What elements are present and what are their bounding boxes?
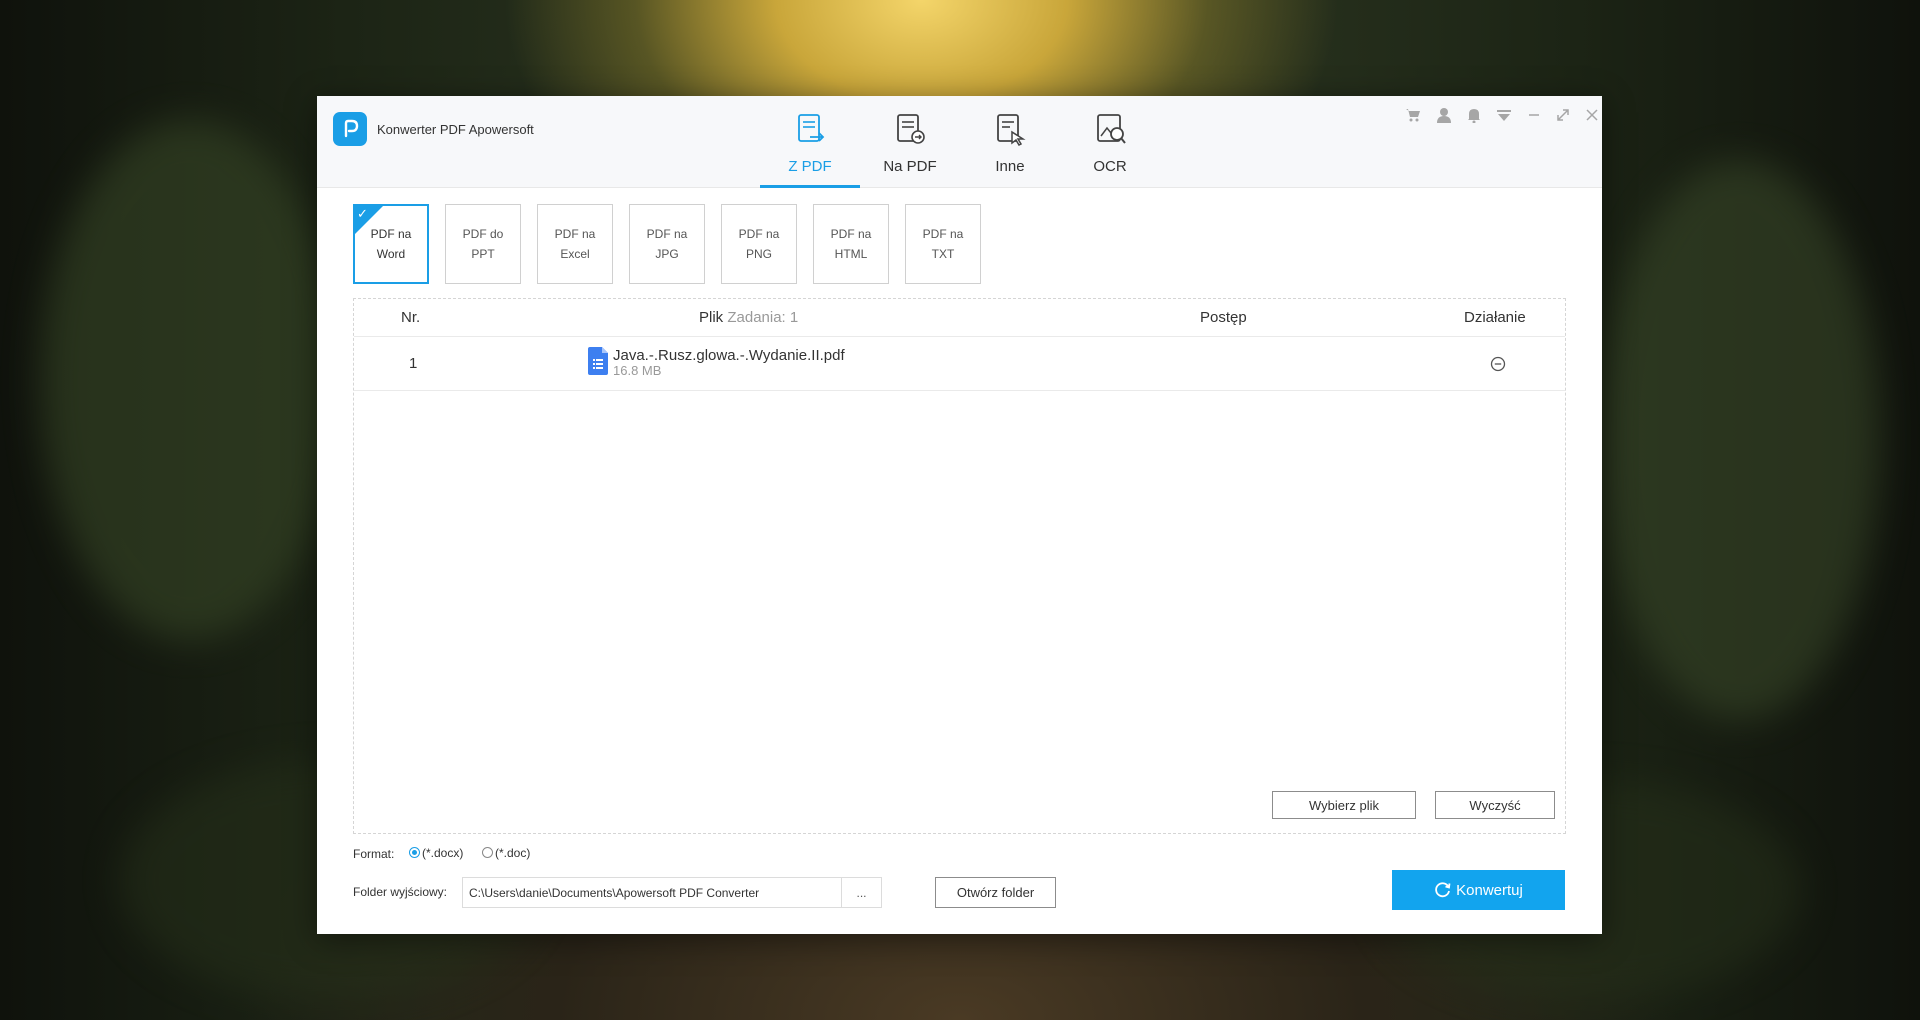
refresh-icon — [1435, 882, 1451, 898]
column-file-label: Plik — [699, 309, 724, 326]
tab-other[interactable]: Inne — [960, 110, 1060, 184]
tab-label: OCR — [1093, 158, 1127, 175]
close-icon[interactable] — [1581, 104, 1603, 126]
browse-folder-button[interactable]: ... — [841, 878, 881, 907]
active-tab-indicator — [760, 185, 860, 188]
conversion-pdf-to-png[interactable]: PDF na PNG — [721, 204, 797, 284]
document-file-icon — [588, 347, 608, 375]
other-tools-icon — [997, 114, 1026, 146]
conversion-label: PDF na JPG — [646, 227, 688, 261]
conversion-pdf-to-jpg[interactable]: PDF na JPG — [629, 204, 705, 284]
convert-label: Konwertuj — [1456, 881, 1523, 899]
column-file: Plik Zadania: 1 — [699, 309, 798, 326]
remove-file-icon[interactable] — [1490, 356, 1506, 372]
app-window: Konwerter PDF Apowersoft Z PDF Na PDF In… — [317, 96, 1602, 934]
radio-button[interactable] — [409, 847, 420, 858]
output-folder-path: C:\Users\danie\Documents\Apowersoft PDF … — [469, 885, 760, 900]
app-logo-icon — [333, 112, 367, 146]
conversion-pdf-to-html[interactable]: PDF na HTML — [813, 204, 889, 284]
tab-label: Inne — [995, 158, 1025, 175]
tab-from-pdf[interactable]: Z PDF — [760, 110, 860, 184]
conversion-label: PDF na HTML — [830, 227, 872, 261]
title-bar: Konwerter PDF Apowersoft Z PDF Na PDF In… — [317, 96, 1602, 188]
output-folder-path-input[interactable]: C:\Users\danie\Documents\Apowersoft PDF … — [462, 877, 882, 908]
radio-button[interactable] — [482, 847, 493, 858]
ocr-icon — [1097, 114, 1126, 144]
menu-dropdown-icon[interactable] — [1493, 104, 1515, 126]
app-title: Konwerter PDF Apowersoft — [377, 122, 534, 137]
row-number: 1 — [409, 355, 418, 372]
conversion-label: PDF na Excel — [554, 227, 596, 261]
column-action: Działanie — [1464, 309, 1526, 326]
bell-icon[interactable] — [1463, 104, 1485, 126]
tasks-count: Zadania: 1 — [727, 309, 799, 326]
conversion-pdf-to-word[interactable]: ✓ PDF na Word — [353, 204, 429, 284]
conversion-pdf-to-ppt[interactable]: PDF do PPT — [445, 204, 521, 284]
format-option-doc[interactable]: (*.doc) — [482, 846, 530, 860]
output-folder-label: Folder wyjściowy: — [353, 885, 448, 899]
file-size: 16.8 MB — [613, 363, 662, 378]
tab-to-pdf[interactable]: Na PDF — [860, 110, 960, 184]
format-option-docx[interactable]: (*.docx) — [409, 846, 463, 860]
table-row[interactable]: 1 Java.-.Rusz.glowa.-.Wydanie.II.pdf 16.… — [354, 337, 1565, 391]
tab-label: Na PDF — [883, 158, 937, 175]
check-icon: ✓ — [357, 206, 368, 221]
conversion-label: PDF na TXT — [922, 227, 964, 261]
background-foliage — [1600, 160, 1880, 720]
table-header: Nr. Plik Zadania: 1 Postęp Działanie — [354, 299, 1565, 337]
user-icon[interactable] — [1433, 104, 1455, 126]
from-pdf-icon — [798, 114, 825, 142]
conversion-pdf-to-txt[interactable]: PDF na TXT — [905, 204, 981, 284]
tab-label: Z PDF — [788, 158, 832, 175]
minimize-icon[interactable] — [1523, 104, 1545, 126]
column-nr: Nr. — [401, 309, 421, 326]
open-folder-button[interactable]: Otwórz folder — [935, 877, 1056, 908]
file-list-panel[interactable]: Nr. Plik Zadania: 1 Postęp Działanie 1 J… — [353, 298, 1566, 834]
column-progress: Postęp — [1200, 309, 1247, 326]
cart-icon[interactable] — [1402, 104, 1424, 126]
to-pdf-icon — [897, 114, 925, 144]
maximize-icon[interactable] — [1552, 104, 1574, 126]
format-option-label: (*.docx) — [422, 846, 464, 860]
clear-button[interactable]: Wyczyść — [1435, 791, 1555, 819]
conversion-label: PDF na PNG — [738, 227, 780, 261]
file-name: Java.-.Rusz.glowa.-.Wydanie.II.pdf — [613, 347, 845, 364]
conversion-label: PDF do PPT — [462, 227, 504, 261]
choose-file-button[interactable]: Wybierz plik — [1272, 791, 1416, 819]
conversion-pdf-to-excel[interactable]: PDF na Excel — [537, 204, 613, 284]
format-option-label: (*.doc) — [495, 846, 531, 860]
convert-button[interactable]: Konwertuj — [1392, 870, 1565, 910]
tab-ocr[interactable]: OCR — [1060, 110, 1160, 184]
background-foliage — [40, 120, 340, 640]
format-label: Format: — [353, 847, 395, 861]
